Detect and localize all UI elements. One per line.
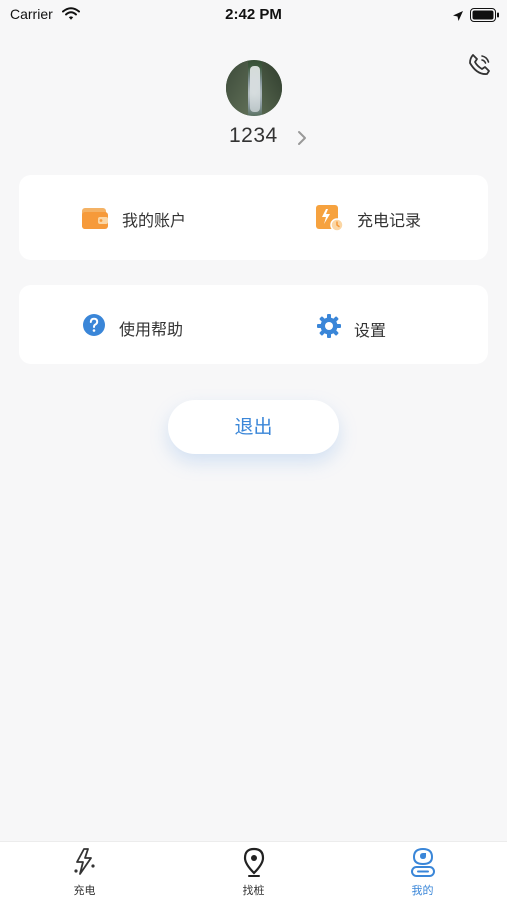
phone-call-icon[interactable] (465, 50, 495, 80)
tab-mine[interactable]: 我的 (338, 842, 507, 900)
chevron-right-icon (296, 130, 308, 150)
wallet-icon (80, 203, 110, 237)
help-question-icon (82, 313, 106, 341)
battery-icon (470, 7, 500, 26)
tab-mine-label: 我的 (411, 884, 434, 897)
avatar[interactable] (226, 60, 282, 116)
clock: 2:42 PM (225, 6, 282, 23)
charge-records-item[interactable]: 充电记录 (314, 203, 444, 233)
help-item[interactable]: 使用帮助 (82, 313, 202, 343)
tab-charging[interactable]: 充电 (0, 842, 169, 900)
charge-record-icon (314, 203, 344, 237)
username: 1234 (229, 124, 278, 147)
tab-bar: 充电 找桩 我的 (0, 841, 507, 900)
my-account-label: 我的账户 (122, 211, 187, 230)
tab-find-pile[interactable]: 找桩 (169, 842, 338, 900)
location-arrow-icon (452, 7, 464, 26)
status-bar: Carrier 2:42 PM (0, 0, 507, 28)
my-account-item[interactable]: 我的账户 (80, 203, 200, 233)
logout-button[interactable]: 退出 (168, 400, 339, 454)
help-label: 使用帮助 (119, 320, 184, 339)
settings-item[interactable]: 设置 (316, 313, 416, 343)
gear-icon (316, 313, 342, 343)
charging-bolt-icon (71, 847, 99, 881)
settings-label: 设置 (354, 321, 387, 340)
account-card: 我的账户 充电记录 (19, 175, 488, 260)
profile-icon (410, 847, 436, 883)
screen: Carrier 2:42 PM 1234 我的账户 充电记录 使用帮助 设置 退… (0, 0, 507, 900)
charge-records-label: 充电记录 (357, 211, 422, 230)
tab-find-pile-label: 找桩 (242, 884, 265, 897)
profile-row[interactable]: 1234 (0, 124, 507, 152)
location-pin-icon (242, 847, 266, 883)
help-card: 使用帮助 设置 (19, 285, 488, 364)
tab-charging-label: 充电 (73, 884, 96, 897)
